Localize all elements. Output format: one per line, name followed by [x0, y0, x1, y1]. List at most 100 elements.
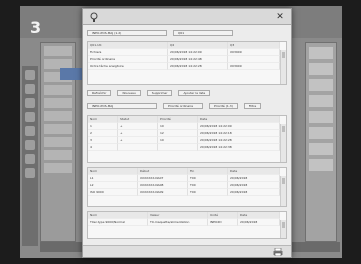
field-2[interactable]: INEO-POS-MAJ [87, 103, 157, 109]
table-cell[interactable]: X03909 [228, 63, 280, 70]
bottom-table: Nom Valeur Unité Date T0er-type 9000/Nor… [87, 211, 287, 239]
top-table: Q01-UK Q2 Q3 Fichiers 20/06/2018 14:22:0… [87, 41, 287, 85]
mid-table-grid: Nom Statut Priorité Date 1 + 10 20/06/20… [88, 116, 286, 151]
panel-row [309, 95, 333, 107]
column-header[interactable]: Unité [208, 212, 238, 219]
table-cell[interactable]: 10 [158, 123, 198, 130]
table-cell[interactable]: 20/06/2018 [238, 219, 280, 226]
field-1[interactable]: INEO-POS-MAJ (1.2) [87, 30, 167, 36]
table-cell[interactable]: 20/06/2018 14:22:09 [168, 49, 228, 56]
step-number: 3 [30, 18, 42, 37]
filter-dropdown[interactable]: Filtre [243, 103, 262, 109]
table-cell[interactable] [158, 144, 198, 151]
table-cell[interactable]: Ordre tâche ansigtoire [88, 63, 168, 70]
panel-row [309, 159, 333, 171]
scrollbar[interactable] [280, 50, 286, 84]
app-logo-icon [90, 12, 98, 22]
table-cell[interactable]: Priorité ordinaire [88, 56, 168, 63]
column-header[interactable]: Fin [188, 168, 228, 175]
sidebar-chip [25, 84, 35, 94]
sidebar-chip [25, 98, 35, 108]
column-header[interactable]: Q01-UK [88, 42, 168, 49]
table-cell[interactable]: T00 [188, 182, 228, 189]
table-cell[interactable]: X03909 [228, 49, 280, 56]
panel-row [309, 79, 333, 91]
sidebar-chip [25, 140, 35, 150]
table-cell[interactable]: INEO2D [208, 219, 238, 226]
sidebar-chip [25, 168, 35, 178]
background-sidebar [22, 66, 38, 246]
action-buttons-row: Rafraîchir Nouveau Supprimer Ajouter la … [87, 89, 287, 97]
table-cell[interactable]: Fichiers [88, 49, 168, 56]
sidebar-chip [25, 112, 35, 122]
field-2b[interactable]: Priorité ordinaire [163, 103, 203, 109]
panel-row [309, 63, 333, 75]
field-1b[interactable]: Q01 [173, 30, 233, 36]
dialog-titlebar: ✕ [83, 9, 291, 25]
panel-row [309, 111, 333, 123]
scrollbar[interactable] [280, 124, 286, 162]
table-cell[interactable]: 20/06/2018 [228, 175, 280, 182]
table-cell[interactable]: 3 [88, 137, 118, 144]
table-cell[interactable]: T0er-type 9000/Normal [88, 219, 148, 226]
table-cell[interactable]: L2 [88, 182, 138, 189]
column-header[interactable]: Nom [88, 168, 138, 175]
table-cell[interactable]: 20/06/2018 14:22:48 [168, 56, 228, 63]
table-cell[interactable]: 20/06/2018 14:22:38 [198, 144, 280, 151]
table-cell[interactable]: XXXXXXX-NA09 [138, 189, 188, 196]
table-cell[interactable]: 4 [88, 144, 118, 151]
table-cell[interactable]: 12 [158, 130, 198, 137]
table-cell[interactable]: XXXXXXX-NA08 [138, 182, 188, 189]
scrollbar[interactable] [280, 176, 286, 206]
refresh-button[interactable]: Rafraîchir [87, 90, 112, 96]
table-cell[interactable]: 20/06/2018 14:22:28 [198, 137, 280, 144]
dialog-footer [83, 245, 291, 257]
column-header[interactable]: Statut [118, 116, 158, 123]
delete-button[interactable]: Supprimer [146, 90, 173, 96]
table-cell[interactable]: T00 [188, 175, 228, 182]
table-cell[interactable]: 1 [88, 123, 118, 130]
table-cell[interactable]: ISO 9000 [88, 189, 138, 196]
printer-icon[interactable] [273, 248, 283, 256]
table-cell[interactable]: + [118, 137, 158, 144]
add-list-button[interactable]: Ajouter la liste [178, 90, 211, 96]
column-header[interactable]: Q3 [228, 42, 280, 49]
panel-row [44, 85, 72, 95]
column-header[interactable]: Date [228, 168, 280, 175]
table-cell[interactable]: 20/06/2018 [228, 182, 280, 189]
filter-label: Priorité (1.3) [209, 103, 238, 109]
column-header[interactable]: Valeur [148, 212, 208, 219]
table-cell[interactable]: 2 [88, 130, 118, 137]
column-header[interactable]: Début [138, 168, 188, 175]
column-header[interactable]: Nom [88, 116, 118, 123]
table-cell[interactable]: 20/06/2018 14:22:28 [168, 63, 228, 70]
table-cell[interactable]: + [118, 123, 158, 130]
table-cell[interactable]: XXXXXXX-NA07 [138, 175, 188, 182]
panel-row [44, 98, 72, 108]
column-header[interactable]: Date [198, 116, 280, 123]
panel-row [44, 137, 72, 147]
table-cell[interactable]: 20/06/2018 14:22:18 [198, 130, 280, 137]
table-cell[interactable]: 20/06/2018 [228, 189, 280, 196]
table-cell[interactable]: T0-maquette/alimentation [148, 219, 208, 226]
sidebar-chip [25, 154, 35, 164]
column-header[interactable]: Priorité [158, 116, 198, 123]
table-cell[interactable]: 10 [158, 137, 198, 144]
table-cell[interactable] [118, 144, 158, 151]
table-cell[interactable]: 20/06/2018 14:22:09 [198, 123, 280, 130]
scrollbar[interactable] [280, 220, 286, 238]
table-cell[interactable]: + [118, 130, 158, 137]
panel-row [44, 111, 72, 121]
panel-row [309, 47, 333, 59]
panel-row [44, 163, 72, 173]
close-icon[interactable]: ✕ [275, 12, 285, 22]
table-cell[interactable]: L1 [88, 175, 138, 182]
lower-table-grid: Nom Début Fin Date L1 XXXXXXX-NA07 T00 2… [88, 168, 286, 196]
modal-dialog: ✕ INEO-POS-MAJ (1.2) Q01 Q01-UK Q2 Q3 Fi… [82, 8, 292, 258]
new-button[interactable]: Nouveau [117, 90, 141, 96]
column-header[interactable]: Nom [88, 212, 148, 219]
column-header[interactable]: Q2 [168, 42, 228, 49]
table-cell[interactable] [228, 56, 280, 63]
table-cell[interactable]: T00 [188, 189, 228, 196]
column-header[interactable]: Date [238, 212, 280, 219]
